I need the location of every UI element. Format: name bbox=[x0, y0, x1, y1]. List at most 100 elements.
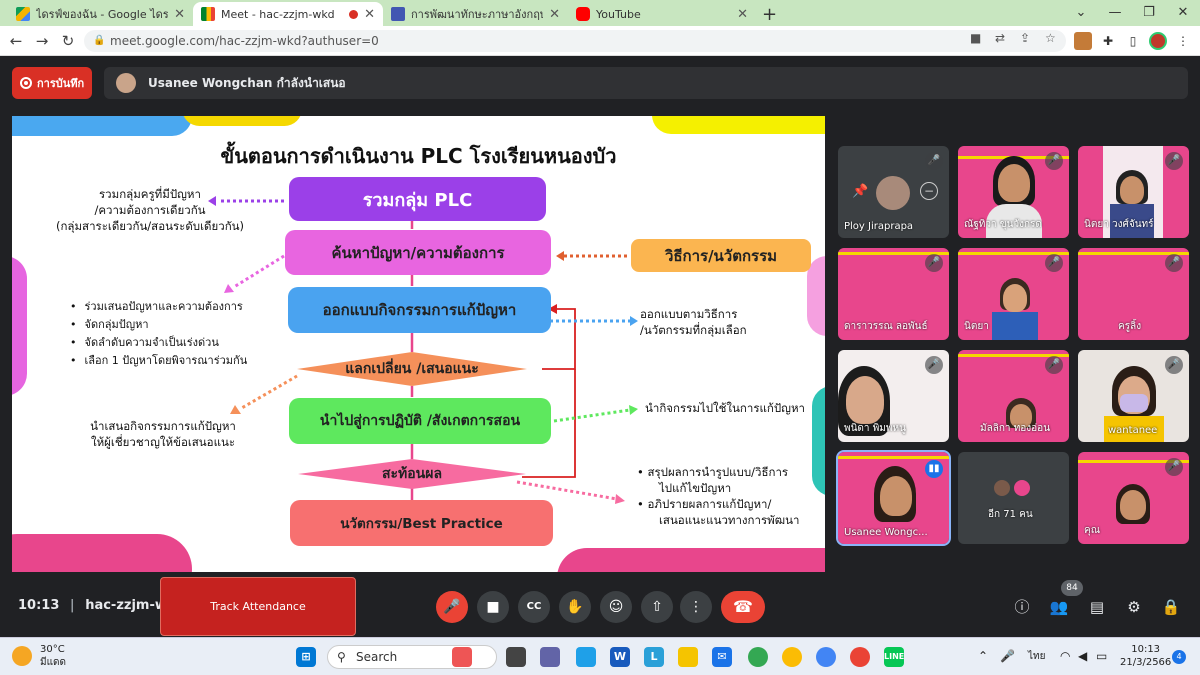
remove-icon[interactable]: − bbox=[920, 182, 938, 200]
participant-tile[interactable]: 🎤 wantanee bbox=[1078, 350, 1189, 442]
track-attendance-button[interactable]: Track Attendance bbox=[160, 577, 356, 636]
search-icon: ⚲ bbox=[337, 650, 346, 664]
taskbar-clock[interactable]: 10:13 21/3/2566 bbox=[1120, 643, 1171, 669]
participant-tile[interactable]: 🎤 นิตยา bbox=[958, 248, 1069, 340]
search-highlight-icon[interactable] bbox=[452, 647, 472, 667]
chrome-profile-icon[interactable] bbox=[782, 647, 802, 667]
close-window-button[interactable]: ✕ bbox=[1166, 0, 1200, 26]
bullet-item-cont: เสนอแนะแนวทางการพัฒนา bbox=[659, 513, 800, 527]
battery-icon[interactable]: ▭ bbox=[1096, 649, 1107, 663]
camera-button[interactable]: ■ bbox=[477, 591, 509, 623]
windows-start-icon[interactable]: ⊞ bbox=[296, 647, 316, 667]
step-box: ค้นหาปัญหา/ความต้องการ bbox=[285, 230, 551, 275]
close-icon[interactable]: ✕ bbox=[737, 7, 748, 22]
volume-icon[interactable]: ◀ bbox=[1078, 649, 1087, 663]
tab-google-meet[interactable]: Meet - hac-zzjm-wkd ✕ bbox=[193, 2, 383, 26]
clock-time: 10:13 bbox=[1131, 644, 1161, 655]
mail-icon[interactable]: ✉ bbox=[712, 647, 732, 667]
edge-icon[interactable] bbox=[576, 647, 596, 667]
step-diamond: สะท้อนผล bbox=[298, 459, 526, 489]
youtube-icon bbox=[576, 7, 590, 21]
people-icon[interactable]: 👥 bbox=[1048, 596, 1070, 618]
extension-icon[interactable] bbox=[1074, 32, 1092, 50]
presenter-text: Usanee Wongchan กำลังนำเสนอ bbox=[148, 75, 346, 90]
reactions-button[interactable]: ☺ bbox=[600, 591, 632, 623]
line-app-icon[interactable]: LINE bbox=[884, 647, 904, 667]
participant-tile[interactable]: 🎤 นิตยา วงศ์จันทร์ bbox=[1078, 146, 1189, 238]
recording-button[interactable]: การบันทึก bbox=[12, 67, 92, 99]
tab-youtube[interactable]: YouTube ✕ bbox=[568, 2, 756, 26]
tab-google-forms[interactable]: การพัฒนาทักษะภาษาอังกฤษ English ✕ bbox=[383, 2, 568, 26]
mic-off-icon: 🎤 bbox=[925, 152, 943, 170]
participant-tile[interactable]: 🎤 คุณ bbox=[1078, 452, 1189, 544]
forward-button[interactable]: → bbox=[32, 31, 52, 51]
translate-icon[interactable]: ⇄ bbox=[995, 31, 1005, 45]
reload-button[interactable]: ↻ bbox=[58, 31, 78, 51]
leave-call-button[interactable]: ☎ bbox=[721, 591, 765, 623]
chrome-profile-icon[interactable] bbox=[816, 647, 836, 667]
restore-button[interactable]: ❐ bbox=[1132, 0, 1166, 26]
chrome-profile-icon[interactable] bbox=[850, 647, 870, 667]
host-controls-icon[interactable]: 🔒 bbox=[1160, 596, 1182, 618]
language-indicator[interactable]: ไทย bbox=[1028, 649, 1045, 664]
participant-tile[interactable]: 🎤 ณัฐทิวา ขุนวังกรด bbox=[958, 146, 1069, 238]
windows-taskbar: 30°C มีแดด ⊞ ⚲ Search W L ✉ LINE ⌃ 🎤 ไทย… bbox=[0, 637, 1200, 675]
profile-avatar[interactable] bbox=[1149, 32, 1167, 50]
weather-widget[interactable]: 30°C มีแดด bbox=[12, 643, 66, 669]
new-tab-button[interactable]: + bbox=[762, 4, 777, 25]
side-panel-icon[interactable]: ▯ bbox=[1124, 32, 1142, 50]
address-bar[interactable]: 🔒 meet.google.com/hac-zzjm-wkd?authuser=… bbox=[84, 30, 1066, 52]
tab-label: YouTube bbox=[596, 7, 641, 21]
method-innovation-box: วิธีการ/นวัตกรรม bbox=[631, 239, 811, 272]
app-l-icon[interactable]: L bbox=[644, 647, 664, 667]
chat-icon[interactable]: ▤ bbox=[1086, 596, 1108, 618]
participant-tile[interactable]: 🎤 มัลลิกา ทองอ่อน bbox=[958, 350, 1069, 442]
participant-tile[interactable]: 🎤 ดาราวรรณ ลอพันธ์ bbox=[838, 248, 949, 340]
participant-tile[interactable]: ▮▮ Usanee Wongc... bbox=[836, 450, 951, 546]
more-participants-label: อีก 71 คน bbox=[988, 509, 1033, 520]
close-icon[interactable]: ✕ bbox=[549, 7, 560, 22]
participant-tile[interactable]: 🎤 ครูลิ้ง bbox=[1078, 248, 1189, 340]
present-screen-button[interactable]: ⇧ bbox=[641, 591, 673, 623]
close-icon[interactable]: ✕ bbox=[364, 7, 375, 22]
notification-badge[interactable]: 4 bbox=[1172, 650, 1186, 664]
word-icon[interactable]: W bbox=[610, 647, 630, 667]
mic-tray-icon[interactable]: 🎤 bbox=[1000, 649, 1015, 663]
raise-hand-button[interactable]: ✋ bbox=[559, 591, 591, 623]
chrome-menu-icon[interactable]: ⋮ bbox=[1174, 32, 1192, 50]
participant-tile[interactable]: 🎤 พนิดา พิมพหนู bbox=[838, 350, 949, 442]
tray-chevron-icon[interactable]: ⌃ bbox=[978, 649, 988, 663]
wifi-icon[interactable]: ◠ bbox=[1060, 649, 1070, 663]
mic-off-icon: 🎤 bbox=[1045, 254, 1063, 272]
camera-icon[interactable]: ■ bbox=[970, 31, 981, 45]
tab-google-drive[interactable]: ไดรฟ์ของฉัน - Google ไดรฟ์ ✕ bbox=[8, 2, 193, 26]
bullet-item: เลือก 1 ปัญหาโดยพิจารณาร่วมกัน bbox=[70, 352, 280, 370]
temperature: 30°C bbox=[40, 644, 65, 655]
bookmark-star-icon[interactable]: ☆ bbox=[1045, 31, 1056, 45]
captions-button[interactable]: CC bbox=[518, 591, 550, 623]
recording-label: การบันทึก bbox=[37, 77, 85, 90]
more-options-button[interactable]: ⋮ bbox=[680, 591, 712, 623]
participant-name: Ploy Jiraprapa bbox=[844, 221, 914, 232]
teams-chat-icon[interactable] bbox=[540, 647, 560, 667]
more-participants-tile[interactable]: อีก 71 คน bbox=[958, 452, 1069, 544]
tab-search-icon[interactable]: ⌄ bbox=[1064, 0, 1098, 26]
file-explorer-icon[interactable] bbox=[678, 647, 698, 667]
bullet-item: จัดลำดับความจำเป็นเร่งด่วน bbox=[70, 334, 280, 352]
share-icon[interactable]: ⇪ bbox=[1020, 31, 1030, 45]
recording-indicator-icon bbox=[349, 9, 359, 19]
minimize-button[interactable]: — bbox=[1098, 0, 1132, 26]
close-icon[interactable]: ✕ bbox=[174, 7, 185, 22]
task-view-icon[interactable] bbox=[506, 647, 526, 667]
participant-name: wantanee bbox=[1108, 425, 1158, 436]
participant-name: คุณ bbox=[1084, 525, 1100, 536]
meeting-details-icon[interactable]: ⓘ bbox=[1011, 596, 1033, 618]
bullet-item: จัดกลุ่มปัญหา bbox=[70, 316, 280, 334]
extensions-puzzle-icon[interactable]: ✚ bbox=[1099, 32, 1117, 50]
chrome-icon[interactable] bbox=[748, 647, 768, 667]
back-button[interactable]: ← bbox=[6, 31, 26, 51]
participant-tile[interactable]: 📌 − 🎤 Ploy Jiraprapa bbox=[838, 146, 949, 238]
activities-icon[interactable]: ⚙ bbox=[1123, 596, 1145, 618]
mic-off-button[interactable]: 🎤 bbox=[436, 591, 468, 623]
pin-icon[interactable]: 📌 bbox=[852, 184, 868, 199]
